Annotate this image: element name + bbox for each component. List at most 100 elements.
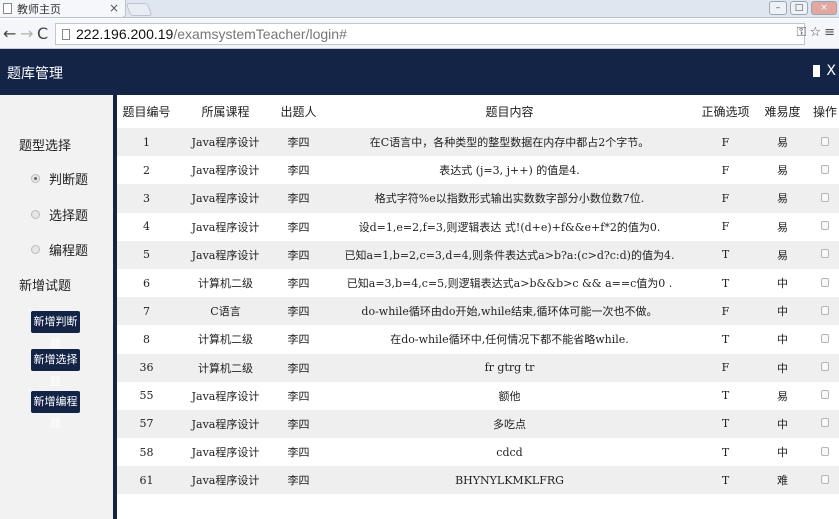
table-row[interactable]: 1 Java程序设计 李四 在C语言中，各种类型的整型数据在内存中都占2个字节。 F 易 — [117, 128, 839, 157]
col-header-content[interactable]: 题目内容 — [322, 95, 697, 128]
cell-author: 李四 — [275, 466, 322, 495]
table-row[interactable]: 2 Java程序设计 李四 表达式 (j=3, j++) 的值是4. F 易 — [117, 156, 839, 185]
cell-course: Java程序设计 — [176, 409, 275, 439]
row-checkbox[interactable] — [821, 446, 829, 456]
row-checkbox[interactable] — [821, 474, 829, 484]
tab-close-icon[interactable]: × — [109, 1, 119, 15]
radio-label: 编程题 — [49, 244, 89, 259]
address-bar: ← → C 222.196.200.19/examsystemTeacher/l… — [0, 19, 839, 49]
question-type-label: 题型选择 — [19, 139, 72, 154]
table-row[interactable]: 61 Java程序设计 李四 BHYNYLKMKLFRG T 难 — [117, 466, 839, 495]
cell-id: 5 — [117, 240, 176, 269]
add-judgment-button[interactable]: 新增判断题 — [31, 311, 80, 350]
cell-author: 李四 — [275, 409, 322, 439]
radio-choice[interactable]: 选择题 — [31, 205, 88, 224]
cell-action — [811, 466, 839, 495]
table-row[interactable]: 58 Java程序设计 李四 cdcd T 中 — [117, 438, 839, 467]
row-checkbox[interactable] — [821, 418, 829, 428]
cell-action — [811, 353, 839, 382]
forward-icon[interactable]: → — [20, 24, 33, 43]
table-row[interactable]: 7 C语言 李四 do-while循环由do开始,while结束,循环体可能一次也不做… — [117, 297, 839, 326]
cell-author: 李四 — [275, 128, 322, 157]
cell-action — [811, 240, 839, 269]
header-icons: X — [811, 63, 836, 79]
table-row[interactable]: 4 Java程序设计 李四 设d=1,e=2,f=3,则逻辑表达 式!(d+e)+f&… — [117, 212, 839, 241]
cell-course: Java程序设计 — [176, 466, 275, 495]
radio-dot-icon — [31, 210, 40, 219]
cell-difficulty: 中 — [754, 438, 811, 467]
window-controls: – □ × — [769, 1, 837, 15]
add-choice-button[interactable]: 新增选择题 — [31, 349, 80, 388]
cell-answer: F — [697, 353, 754, 382]
row-checkbox[interactable] — [821, 136, 829, 146]
cell-difficulty: 中 — [754, 297, 811, 326]
sidebar: 题型选择 判断题 选择题 编程题 新增试题 新增判断题 新增选择题 新增编程题 — [0, 95, 113, 519]
cell-course: 计算机二级 — [176, 325, 275, 354]
col-header-answer[interactable]: 正确选项 — [697, 95, 754, 128]
cell-answer: T — [697, 438, 754, 467]
col-header-id[interactable]: 题目编号 — [117, 95, 176, 128]
cell-content: 已知a=1,b=2,c=3,d=4,则条件表达式a>b?a:(c>d?c:d)的… — [322, 240, 697, 269]
table-row[interactable]: 55 Java程序设计 李四 额他 T 易 — [117, 381, 839, 410]
maximize-button[interactable]: □ — [790, 1, 808, 15]
cell-action — [811, 381, 839, 410]
table-row[interactable]: 3 Java程序设计 李四 格式字符%e以指数形式输出实数数字部分小数位数7位. F 易 — [117, 184, 839, 213]
cell-difficulty: 中 — [754, 353, 811, 382]
url-input[interactable]: 222.196.200.19/examsystemTeacher/login# — [55, 23, 805, 45]
add-programming-button[interactable]: 新增编程题 — [31, 391, 80, 430]
close-icon[interactable]: X — [826, 63, 836, 79]
row-checkbox[interactable] — [821, 305, 829, 315]
table-row[interactable]: 6 计算机二级 李四 已知a=3,b=4,c=5,则逻辑表达式a>b&&b>c && … — [117, 268, 839, 298]
cell-difficulty: 易 — [754, 156, 811, 185]
key-icon[interactable]: ⚿ — [797, 25, 807, 40]
cell-answer: T — [697, 268, 754, 298]
cell-author: 李四 — [275, 184, 322, 213]
cell-course: 计算机二级 — [176, 353, 275, 382]
cell-id: 2 — [117, 156, 176, 185]
radio-label: 选择题 — [49, 209, 89, 224]
cell-answer: F — [697, 128, 754, 157]
cell-content: 多吃点 — [322, 409, 697, 439]
star-icon[interactable]: ☆ — [809, 25, 821, 40]
new-tab-button[interactable] — [125, 3, 153, 16]
row-checkbox[interactable] — [821, 192, 829, 202]
cell-author: 李四 — [275, 268, 322, 298]
cell-action — [811, 409, 839, 439]
menu-icon[interactable]: ≡ — [824, 25, 835, 40]
cell-id: 57 — [117, 409, 176, 439]
row-checkbox[interactable] — [821, 362, 829, 372]
reload-icon[interactable]: C — [37, 24, 48, 43]
cell-difficulty: 易 — [754, 240, 811, 269]
row-checkbox[interactable] — [821, 277, 829, 287]
cell-answer: F — [697, 297, 754, 326]
radio-judgment[interactable]: 判断题 — [31, 169, 88, 188]
row-checkbox[interactable] — [821, 221, 829, 231]
cell-id: 6 — [117, 268, 176, 298]
back-icon[interactable]: ← — [3, 24, 16, 43]
cell-id: 55 — [117, 381, 176, 410]
window-close-button[interactable]: × — [811, 1, 837, 15]
col-header-difficulty[interactable]: 难易度 — [754, 95, 811, 128]
browser-tab[interactable]: 教师主页 × — [0, 0, 126, 18]
table-row[interactable]: 57 Java程序设计 李四 多吃点 T 中 — [117, 409, 839, 439]
row-checkbox[interactable] — [821, 333, 829, 343]
cell-author: 李四 — [275, 353, 322, 382]
restore-icon[interactable] — [811, 65, 821, 77]
cell-difficulty: 中 — [754, 268, 811, 298]
cell-id: 8 — [117, 325, 176, 354]
cell-content: BHYNYLKMKLFRG — [322, 466, 697, 495]
table-row[interactable]: 5 Java程序设计 李四 已知a=1,b=2,c=3,d=4,则条件表达式a>b?a… — [117, 240, 839, 269]
table-row[interactable]: 36 计算机二级 李四 fr gtrg tr F 中 — [117, 353, 839, 382]
row-checkbox[interactable] — [821, 249, 829, 259]
row-checkbox[interactable] — [821, 390, 829, 400]
cell-course: Java程序设计 — [176, 156, 275, 185]
cell-course: 计算机二级 — [176, 268, 275, 298]
tab-title: 教师主页 — [17, 2, 61, 16]
table-row[interactable]: 8 计算机二级 李四 在do-while循环中,任何情况下都不能省略while. T 中 — [117, 325, 839, 354]
row-checkbox[interactable] — [821, 164, 829, 174]
col-header-author[interactable]: 出题人 — [275, 95, 322, 128]
minimize-button[interactable]: – — [769, 1, 787, 15]
radio-programming[interactable]: 编程题 — [31, 240, 88, 259]
cell-author: 李四 — [275, 325, 322, 354]
col-header-course[interactable]: 所属课程 — [176, 95, 275, 128]
